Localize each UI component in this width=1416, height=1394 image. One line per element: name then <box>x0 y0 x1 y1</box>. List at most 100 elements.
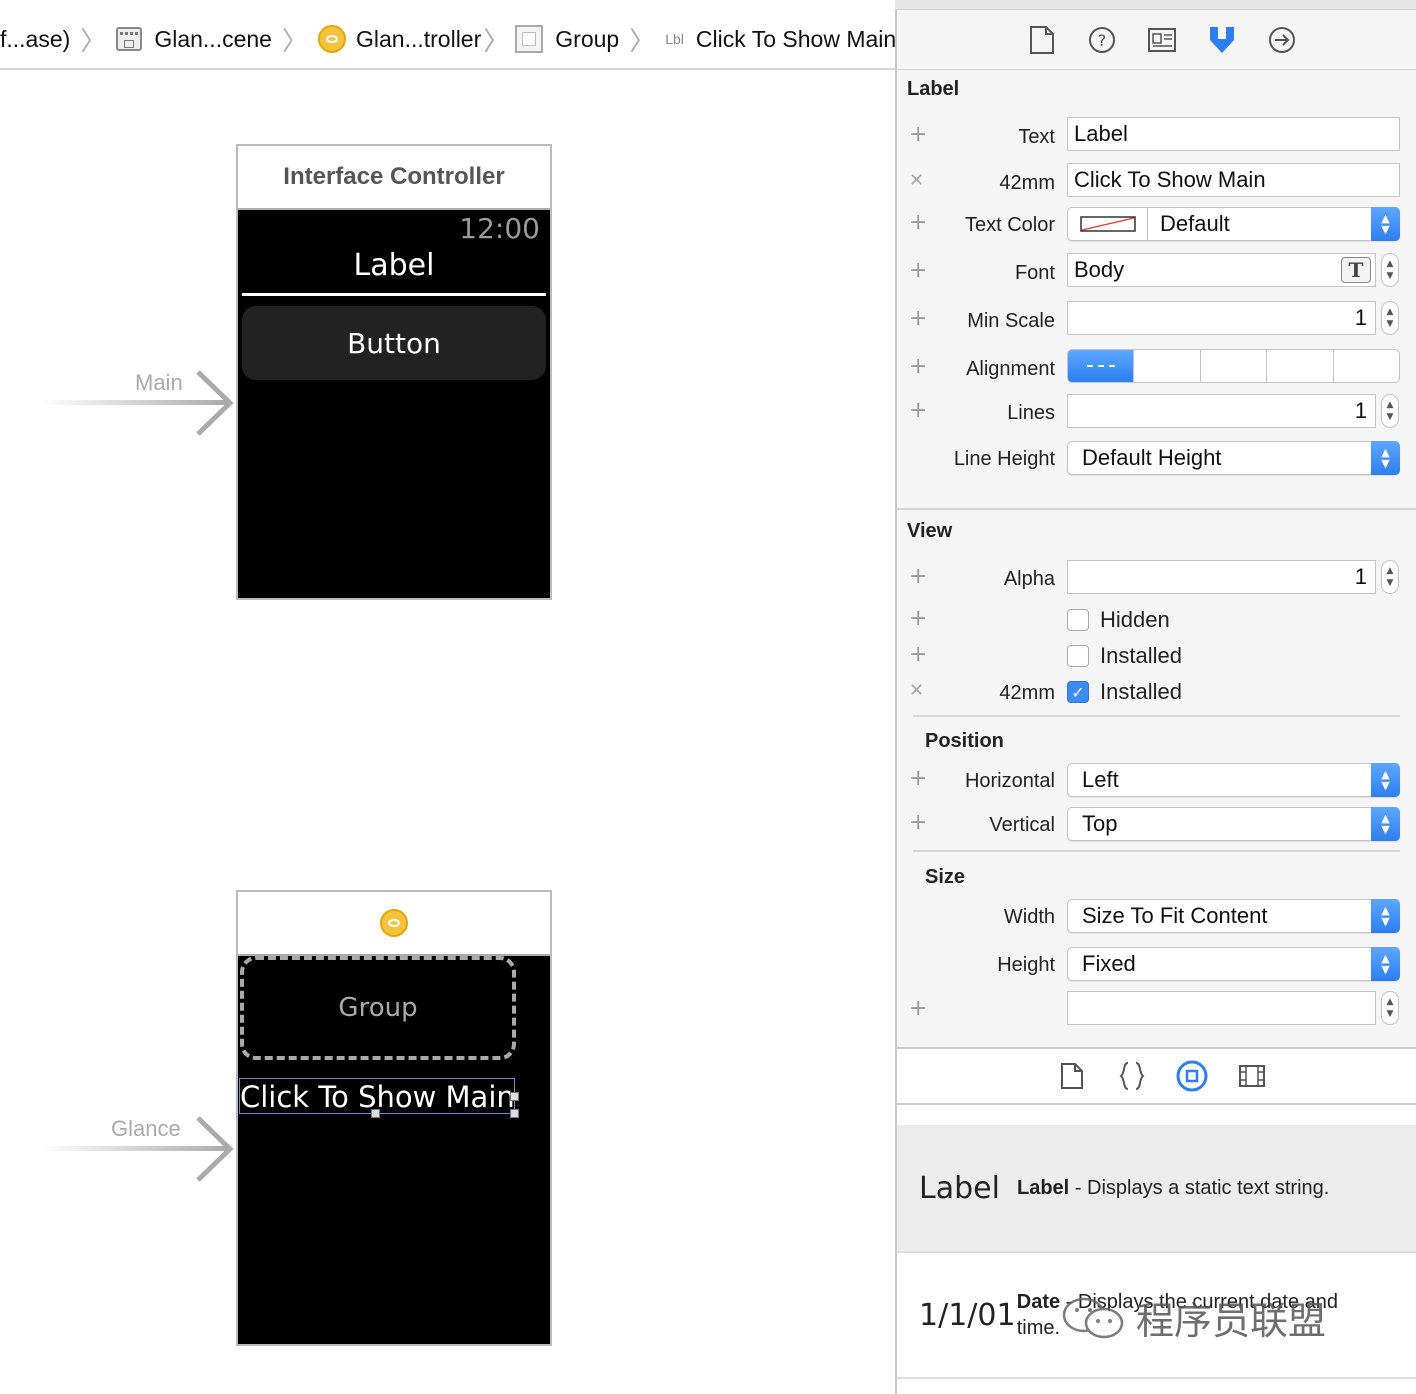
variant-text-field[interactable]: Click To Show Main <box>1067 163 1400 197</box>
glance-controller-icon <box>380 909 408 937</box>
jump-bar-item-scene[interactable]: Glan...cene <box>116 10 272 68</box>
file-template-icon[interactable] <box>1055 1059 1089 1093</box>
watch-group[interactable]: Group <box>240 956 516 1060</box>
resize-handle[interactable] <box>510 1109 519 1118</box>
add-variation-icon[interactable]: + <box>909 606 927 631</box>
alpha-stepper[interactable]: ▲ ▼ <box>1381 560 1399 594</box>
text-label: Text <box>1018 126 1055 148</box>
jump-bar-item-group[interactable]: Group <box>515 10 619 68</box>
min-scale-field[interactable]: 1 <box>1067 301 1376 335</box>
connections-icon[interactable] <box>1265 23 1299 57</box>
vertical-label: Vertical <box>989 814 1055 836</box>
add-variation-icon[interactable]: + <box>909 996 927 1021</box>
width-popup[interactable]: Size To Fit Content ▲ ▼ <box>1067 899 1400 933</box>
align-natural-segment[interactable] <box>1332 350 1399 382</box>
popup-arrows-icon: ▲ ▼ <box>1371 899 1400 933</box>
variant-installed-checkbox[interactable]: ✓ <box>1067 681 1089 703</box>
align-left-segment[interactable] <box>1068 350 1134 382</box>
file-icon[interactable] <box>1025 23 1059 57</box>
library-item-name: Date <box>1016 1291 1061 1313</box>
align-justified-segment[interactable] <box>1266 350 1332 382</box>
interface-controller-scene[interactable]: Interface Controller 12:00 Label Button <box>236 144 552 600</box>
chevron-right-icon: 〉 <box>80 26 107 57</box>
watermark: 程序员联盟 <box>1060 1290 1326 1345</box>
jump-bar-item-controller[interactable]: Glan...troller <box>317 10 482 68</box>
library-item-label[interactable]: Label Label - Displays a static text str… <box>897 1125 1416 1253</box>
add-variation-icon[interactable]: + <box>909 564 927 589</box>
line-height-popup[interactable]: Default Height ▲ ▼ <box>1067 441 1400 475</box>
alpha-label: Alpha <box>1003 568 1055 590</box>
add-variation-icon[interactable]: + <box>909 398 927 423</box>
font-picker-icon[interactable]: T <box>1341 257 1371 283</box>
fixed-height-field[interactable] <box>1067 991 1376 1025</box>
align-right-segment[interactable] <box>1199 350 1266 382</box>
text-color-popup[interactable]: Default ▲ ▼ <box>1067 207 1400 241</box>
text-field[interactable]: Label <box>1067 117 1400 151</box>
section-divider <box>913 715 1400 717</box>
watermark-text: 程序员联盟 <box>1136 1299 1327 1343</box>
font-field[interactable]: Body T <box>1067 253 1376 287</box>
storyboard-canvas[interactable]: f...ase) 〉 Glan...cene 〉 Glan...troller … <box>0 0 895 1394</box>
jump-bar-item-label: Glan...troller <box>355 25 482 52</box>
section-title-view: View <box>907 520 953 542</box>
entry-arrow-icon[interactable] <box>40 368 236 438</box>
vertical-popup[interactable]: Top ▲ ▼ <box>1067 807 1400 841</box>
resize-handle[interactable] <box>371 1109 380 1118</box>
line-height-label: Line Height <box>953 448 1055 470</box>
add-variation-icon[interactable]: + <box>909 306 927 331</box>
resize-handle[interactable] <box>510 1092 519 1101</box>
scene-icon <box>116 27 143 51</box>
library-item-preview: Label <box>919 1170 1000 1206</box>
remove-variation-icon[interactable]: ✕ <box>909 170 924 191</box>
library-item-name: Label <box>1017 1177 1070 1199</box>
library-item-description: Label - Displays a static text string. <box>1017 1175 1359 1201</box>
add-variation-icon[interactable]: + <box>909 210 927 235</box>
identity-icon[interactable] <box>1145 23 1179 57</box>
jump-bar-item-label-element[interactable]: Lbl Click To Show Main <box>665 10 895 68</box>
add-variation-icon[interactable]: + <box>909 810 927 835</box>
media-library-icon[interactable] <box>1235 1059 1269 1093</box>
watch-separator[interactable] <box>242 293 546 296</box>
watch-button[interactable]: Button <box>242 306 546 380</box>
min-scale-stepper[interactable]: ▲ ▼ <box>1381 301 1399 335</box>
status-time: 12:00 <box>459 212 540 245</box>
lines-field[interactable]: 1 <box>1067 394 1376 428</box>
remove-variation-icon[interactable]: ✕ <box>909 680 924 701</box>
jump-bar-item-interface[interactable]: f...ase) <box>0 10 70 68</box>
alignment-segmented-control[interactable] <box>1067 349 1400 383</box>
fixed-height-stepper[interactable]: ▲ ▼ <box>1381 991 1399 1025</box>
alpha-field[interactable]: 1 <box>1067 560 1376 594</box>
label-type-icon: Lbl <box>665 31 684 47</box>
entry-arrow-icon[interactable] <box>40 1114 236 1184</box>
variant-label: 42mm <box>999 172 1055 194</box>
popup-arrows-icon: ▲ ▼ <box>1371 207 1400 241</box>
library-item-text: - Displays a static text string. <box>1069 1177 1330 1199</box>
height-popup[interactable]: Fixed ▲ ▼ <box>1067 947 1400 981</box>
object-library-icon[interactable] <box>1175 1059 1209 1093</box>
vertical-value: Top <box>1082 811 1118 836</box>
text-color-label: Text Color <box>964 214 1055 236</box>
color-well[interactable] <box>1068 208 1148 240</box>
installed-checkbox[interactable] <box>1067 645 1089 667</box>
chevron-right-icon: 〉 <box>629 26 656 57</box>
add-variation-icon[interactable]: + <box>909 258 927 283</box>
help-icon[interactable]: ? <box>1085 23 1119 57</box>
add-variation-icon[interactable]: + <box>909 642 927 667</box>
height-label: Height <box>997 954 1055 976</box>
lines-stepper[interactable]: ▲ ▼ <box>1381 394 1399 428</box>
hidden-checkbox[interactable] <box>1067 609 1089 631</box>
horizontal-popup[interactable]: Left ▲ ▼ <box>1067 763 1400 797</box>
glance-controller-scene[interactable]: Group Click To Show Main <box>236 890 552 1346</box>
add-variation-icon[interactable]: + <box>909 122 927 147</box>
add-variation-icon[interactable]: + <box>909 354 927 379</box>
align-center-segment[interactable] <box>1133 350 1199 382</box>
section-title-size: Size <box>925 866 966 888</box>
jump-bar: f...ase) 〉 Glan...cene 〉 Glan...troller … <box>0 10 895 70</box>
add-variation-icon[interactable]: + <box>909 766 927 791</box>
font-size-stepper[interactable]: ▲ ▼ <box>1381 253 1399 287</box>
popup-arrows-icon: ▲ ▼ <box>1371 947 1400 981</box>
glance-scene-header <box>238 892 550 956</box>
watch-label[interactable]: Label <box>238 248 550 283</box>
attributes-icon[interactable] <box>1205 23 1239 57</box>
code-snippet-icon[interactable] <box>1115 1059 1149 1093</box>
